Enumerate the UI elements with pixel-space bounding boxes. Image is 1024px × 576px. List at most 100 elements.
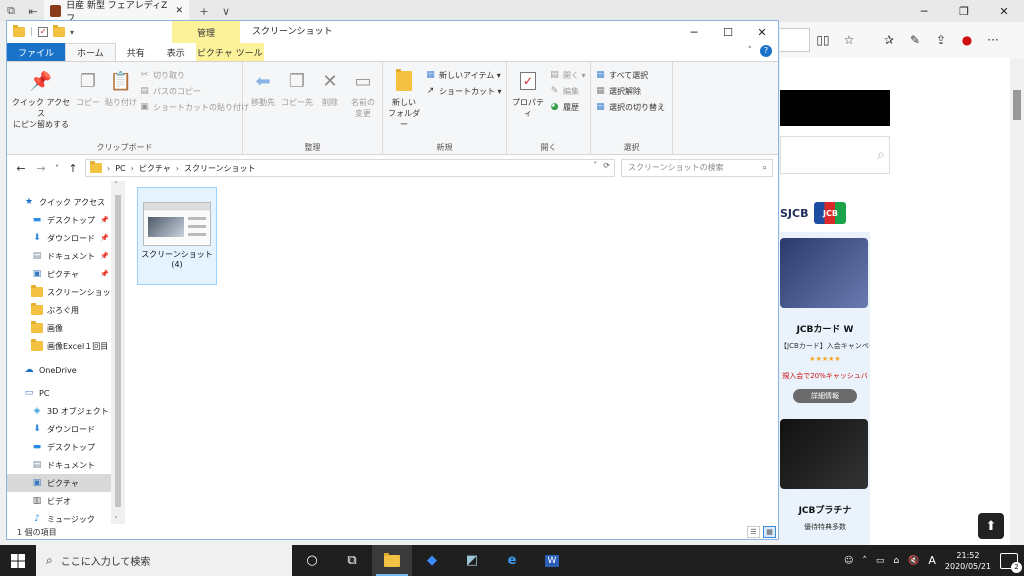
nav-item[interactable]: ▤ ドキュメント [7,456,111,474]
new-folder-button[interactable]: 新しい フォルダー [385,68,423,130]
nav-item[interactable]: ◈ 3D オブジェクト [7,402,111,420]
browser-address-input[interactable] [780,28,810,52]
more-icon[interactable]: ··· [980,33,1006,47]
web-scrollbar[interactable] [1010,58,1024,545]
favorite-star-icon[interactable]: ☆ [836,33,862,47]
file-explorer-taskbar-icon[interactable] [372,545,412,576]
tab-file[interactable]: ファイル [7,43,66,61]
close-tab-icon[interactable]: ✕ [175,6,183,16]
tab-view[interactable]: 表示 [156,43,196,61]
maximize-icon[interactable]: ☐ [711,21,745,43]
edge-icon[interactable]: e [492,545,532,576]
reading-view-icon[interactable]: ▯▯ [810,33,836,47]
minimize-icon[interactable]: ─ [677,21,711,43]
properties-button[interactable]: ✓ プロパティ [509,68,547,119]
tab-menu-button[interactable]: ∨ [215,0,237,22]
up-arrow-icon[interactable]: ↑ [63,162,83,175]
favorites-list-icon[interactable]: ✰ [876,33,902,47]
nav-item[interactable]: ▣ ピクチャ [7,474,111,492]
delete-button[interactable]: ✕ 削除 [317,68,343,108]
scroll-top-button[interactable]: ⬆ [978,513,1004,539]
move-to-button[interactable]: ⬅ 移動先 [247,68,279,108]
scroll-up-icon[interactable]: ˄ [114,181,118,189]
browser-close-icon[interactable]: ✕ [984,0,1024,22]
nav-item[interactable]: ▥ ビデオ [7,492,111,510]
nav-item[interactable]: スクリーンショット [7,283,111,301]
nav-item[interactable]: ▤ ドキュメント 📌 [7,247,111,265]
show-hidden-icons-icon[interactable]: ˄ [862,556,867,566]
browser-tab[interactable]: 日産 新型 フェアレディZ フ ✕ [44,0,189,24]
tab-home[interactable]: ホーム [65,43,116,61]
easy-access-button[interactable]: ↗ ショートカット ▾ [425,84,502,98]
nav-item[interactable]: ぶろぐ用 [7,301,111,319]
nav-item[interactable]: ♪ ミュージック [7,510,111,524]
word-icon[interactable]: W [532,545,572,576]
nav-item[interactable]: ▬ デスクトップ 📌 [7,211,111,229]
select-none-button[interactable]: ▦ 選択解除 [595,84,641,98]
web-scroll-thumb[interactable] [1013,90,1021,120]
search-input[interactable]: スクリーンショットの検索 ⌕ [621,159,773,177]
nav-item[interactable]: ⬇ ダウンロード 📌 [7,229,111,247]
share-icon[interactable]: ⇪ [928,33,954,47]
folder-item-screenshot[interactable]: スクリーンショット (4) [137,187,217,285]
nav-item[interactable]: 画像Excel１回目 [7,337,111,355]
app-icon[interactable]: ◩ [452,545,492,576]
extension-icon[interactable]: ● [954,33,980,47]
breadcrumb-pictures[interactable]: ピクチャ [139,163,171,174]
qa-menu-icon[interactable]: ▾ [70,28,74,37]
new-folder-icon[interactable] [53,25,66,37]
nav-scrollbar[interactable]: ˄ ˅ [111,181,125,524]
address-bar[interactable]: › PC › ピクチャ › スクリーンショット ˅ ⟳ [85,159,615,177]
ad-detail-button[interactable]: 詳細情報 [793,389,857,403]
copy-path-button[interactable]: ▤ パスのコピー [139,84,201,98]
volume-muted-icon[interactable]: 🔇 [908,556,919,566]
network-icon[interactable]: ⌂ [893,556,899,566]
rename-button[interactable]: ▭ 名前の 変更 [347,68,379,119]
site-search-input[interactable]: ⌕ [780,136,890,174]
address-dropdown-icon[interactable]: ˅ [593,161,597,170]
invert-selection-button[interactable]: ▦ 選択の切り替え [595,100,665,114]
paste-button[interactable]: 📋 貼り付け [105,68,137,108]
cortana-icon[interactable]: ○ [292,545,332,576]
history-button[interactable]: ◕ 履歴 [549,100,579,114]
select-all-button[interactable]: ▦ すべて選択 [595,68,648,82]
breadcrumb-pc[interactable]: PC [115,164,125,173]
help-icon[interactable]: ? [760,45,772,57]
back-arrow-icon[interactable]: ← [11,162,31,175]
nav-item[interactable]: ☁ OneDrive [7,361,111,379]
new-tab-button[interactable]: + [193,0,215,22]
battery-icon[interactable]: ▭ [876,556,885,566]
browser-minimize-icon[interactable]: ─ [904,0,944,22]
nav-item[interactable]: ▣ ピクチャ 📌 [7,265,111,283]
nav-item[interactable]: ⬇ ダウンロード [7,420,111,438]
browser-restore-icon[interactable]: ❐ [944,0,984,22]
nav-item[interactable]: ▭ PC [7,384,111,402]
nav-scroll-thumb[interactable] [115,195,121,507]
taskbar-search-input[interactable]: ⌕ ここに入力して検索 [36,545,292,576]
tab-picture-tools[interactable]: ピクチャ ツール [195,43,264,61]
back-tabs-icon[interactable]: ⇤ [22,0,44,22]
pen-icon[interactable]: ✎ [902,33,928,47]
copy-to-button[interactable]: ❐ コピー先 [281,68,313,108]
properties-check-icon[interactable]: ✓ [38,27,49,37]
pin-quick-access-button[interactable]: 📌 クイック アクセス にピン留めする [11,68,71,130]
forward-arrow-icon[interactable]: → [31,162,51,175]
breadcrumb-screenshots[interactable]: スクリーンショット [184,163,256,174]
paste-shortcut-button[interactable]: ▣ ショートカットの貼り付け [139,100,249,114]
new-item-button[interactable]: ▦ 新しいアイテム ▾ [425,68,501,82]
edit-button[interactable]: ✎ 編集 [549,84,579,98]
recent-dropdown-icon[interactable]: ˅ [51,164,63,173]
close-icon[interactable]: ✕ [745,21,778,43]
jcb-ad[interactable]: SJCB JCB JCBカード W 【JCBカード】入会キャンペー ★★★★★ … [780,194,870,545]
large-icons-view-icon[interactable]: ▦ [763,526,776,538]
clock[interactable]: 21:52 2020/05/21 [945,550,991,572]
dropbox-icon[interactable]: ◆ [412,545,452,576]
ime-indicator[interactable]: A [928,554,936,567]
people-icon[interactable]: ☺ [844,556,853,566]
notification-center-icon[interactable]: 2 [1000,552,1022,573]
task-view-icon[interactable]: ⧉ [332,545,372,576]
details-view-icon[interactable]: ☰ [747,526,760,538]
nav-item[interactable]: 画像 [7,319,111,337]
tab-share[interactable]: 共有 [116,43,156,61]
start-button[interactable] [0,545,36,576]
